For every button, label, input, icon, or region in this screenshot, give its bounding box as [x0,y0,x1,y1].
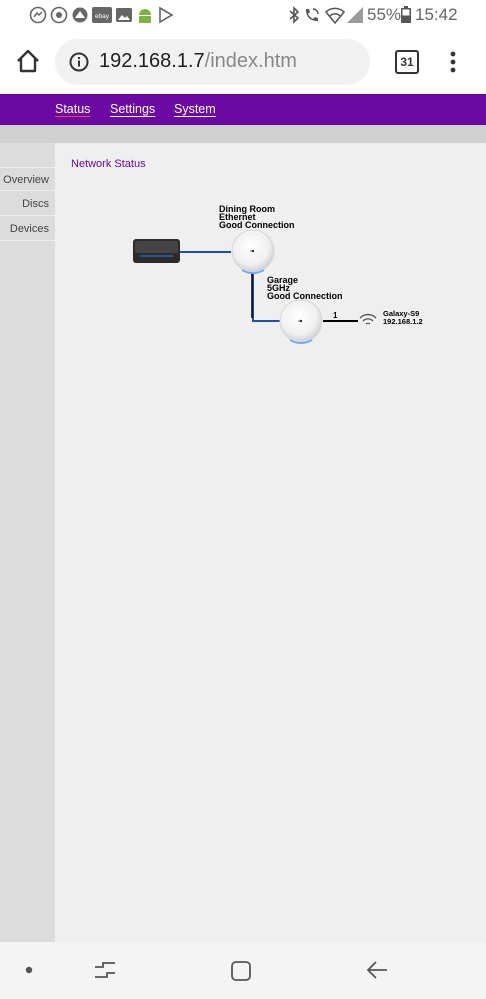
home-nav-icon[interactable] [230,960,252,982]
whatsapp-icon [50,6,68,24]
wifi-client-icon [359,313,377,325]
sidebar-item-devices[interactable]: Devices [0,217,55,241]
messenger-icon [29,6,47,24]
clock: 15:42 [415,5,458,24]
url-text[interactable]: 192.168.1.7/index.htm [99,50,297,73]
node-1-label[interactable]: Dining Room Ethernet Good Connection [219,205,295,230]
node-2-label[interactable]: Garage 5GHz Good Connection [267,276,343,301]
ebay-icon: ebay [92,7,112,23]
back-icon[interactable] [365,959,389,981]
network-diagram [133,229,377,344]
mesh-node-dining-room[interactable] [231,229,275,274]
battery-icon [401,6,411,23]
nav-settings[interactable]: Settings [110,102,155,116]
play-store-icon [159,6,174,24]
sidebar: Overview Discs Devices [0,143,55,942]
node-2-status: Good Connection [267,291,343,301]
image-icon [116,8,132,22]
sub-bar [0,125,486,143]
url-host: 192.168.1.7 [99,50,205,72]
svg-text:ebay: ebay [95,13,110,20]
address-bar[interactable]: 192.168.1.7/index.htm [55,39,370,85]
nav-status[interactable]: Status [55,102,90,116]
client-device[interactable]: Galaxy-S9 192.168.1.2 [383,310,423,326]
android-icon [139,9,151,23]
sidebar-item-overview[interactable]: Overview [0,167,55,191]
wifi-call-icon [306,8,319,21]
info-icon[interactable] [69,52,89,72]
url-path: /index.htm [204,50,297,72]
router-icon[interactable] [133,239,180,263]
wifi-icon [325,7,345,24]
app-icon [72,7,88,23]
menu-icon[interactable] [447,50,459,74]
signal-icon [347,7,363,23]
browser-toolbar: 192.168.1.7/index.htm 31 [0,32,486,94]
nav-system[interactable]: System [174,102,216,116]
dot-icon[interactable] [25,966,33,974]
android-nav-bar [0,942,486,999]
mesh-node-garage[interactable] [279,299,323,344]
recents-icon[interactable] [93,959,117,981]
tab-switcher-button[interactable]: 31 [395,50,419,74]
top-nav: Status Settings System [0,94,486,125]
page-title: Network Status [71,158,146,170]
sidebar-item-discs[interactable]: Discs [0,192,55,216]
home-icon[interactable] [15,48,41,74]
device-ip: 192.168.1.2 [383,317,423,326]
client-count: 1 [333,311,338,320]
node-1-status: Good Connection [219,220,295,230]
status-bar: ebay 55% 15:42 [0,0,486,32]
bluetooth-icon [289,6,300,24]
battery-percent: 55% [367,5,402,24]
